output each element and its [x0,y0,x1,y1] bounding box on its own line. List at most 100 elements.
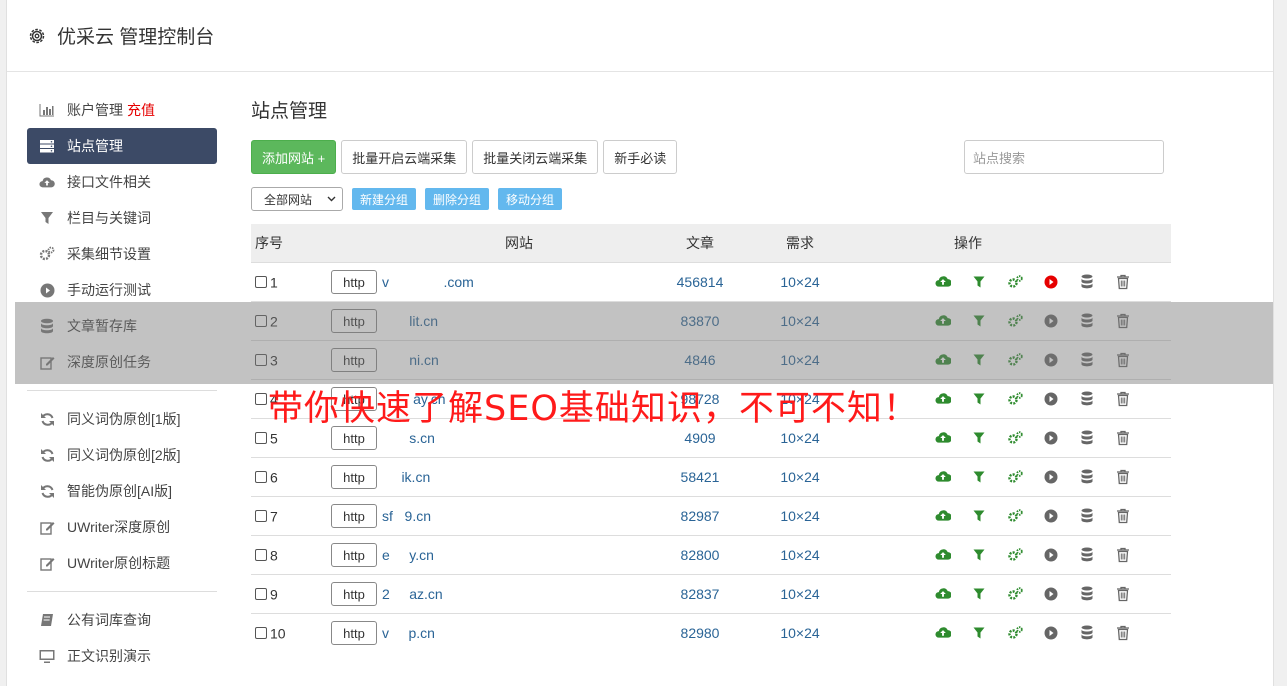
play-circle-icon[interactable] [1043,430,1059,446]
gears-icon[interactable] [1007,274,1023,290]
site-search-input[interactable]: 站点搜索 [964,140,1164,174]
move-group-button[interactable]: 移动分组 [498,188,563,210]
cloud-upload-icon[interactable] [935,547,951,563]
guide-button[interactable]: 新手必读 [603,140,678,174]
gears-icon[interactable] [1007,469,1023,485]
trash-icon[interactable] [1115,508,1131,524]
row-checkbox[interactable] [255,588,267,601]
sidebar-item-synonym-v1[interactable]: 同义词伪原创[1版] [27,401,217,437]
recharge-link[interactable]: 充值 [127,100,155,120]
demand-link[interactable]: 10×24 [745,534,855,574]
article-count-link[interactable]: 82980 [655,612,745,652]
article-count-link[interactable]: 58421 [655,456,745,496]
trash-icon[interactable] [1115,430,1131,446]
gears-icon[interactable] [1007,391,1023,407]
row-checkbox[interactable] [255,393,267,406]
gears-icon[interactable] [1007,586,1023,602]
sidebar-item-synonym-v2[interactable]: 同义词伪原创[2版] [27,437,217,473]
gears-icon[interactable] [1007,508,1023,524]
database-icon[interactable] [1079,469,1095,485]
filter-icon[interactable] [971,508,987,524]
trash-icon[interactable] [1115,469,1131,485]
article-count-link[interactable]: 82800 [655,534,745,574]
trash-icon[interactable] [1115,625,1131,641]
filter-icon[interactable] [971,430,987,446]
database-icon[interactable] [1079,391,1095,407]
play-circle-icon[interactable] [1043,469,1059,485]
trash-icon[interactable] [1115,586,1131,602]
demand-link[interactable]: 10×24 [745,495,855,535]
cloud-upload-icon[interactable] [935,430,951,446]
cloud-upload-icon[interactable] [935,586,951,602]
site-domain-link[interactable]: v p.cn [382,625,435,641]
sidebar-item-text-recognition[interactable]: 正文识别演示 [27,638,217,674]
filter-icon[interactable] [971,469,987,485]
new-group-button[interactable]: 新建分组 [352,188,417,210]
database-icon[interactable] [1079,430,1095,446]
cloud-upload-icon[interactable] [935,508,951,524]
trash-icon[interactable] [1115,274,1131,290]
filter-icon[interactable] [971,391,987,407]
filter-icon[interactable] [971,274,987,290]
protocol-button[interactable]: http [331,464,377,489]
cloud-upload-icon[interactable] [935,391,951,407]
sidebar-item-collect-settings[interactable]: 采集细节设置 [27,236,217,272]
row-checkbox[interactable] [255,549,267,562]
database-icon[interactable] [1079,508,1095,524]
protocol-button[interactable]: http [331,620,377,645]
group-select[interactable]: 全部网站 [251,187,343,211]
filter-icon[interactable] [971,586,987,602]
protocol-button[interactable]: http [331,503,377,528]
cloud-upload-icon[interactable] [935,274,951,290]
site-domain-link[interactable]: e y.cn [382,547,434,563]
article-count-link[interactable]: 82837 [655,573,745,613]
gears-icon[interactable] [1007,547,1023,563]
sidebar-item-sites[interactable]: 站点管理 [27,128,217,164]
protocol-button[interactable]: http [331,542,377,567]
database-icon[interactable] [1079,625,1095,641]
play-circle-icon[interactable] [1043,586,1059,602]
protocol-button[interactable]: http [331,269,377,294]
demand-link[interactable]: 10×24 [745,456,855,496]
sidebar-item-ai-rewrite[interactable]: 智能伪原创[AI版] [27,473,217,509]
gears-icon[interactable] [1007,625,1023,641]
play-circle-icon[interactable] [1043,274,1059,290]
sidebar-item-account[interactable]: 账户管理 充值 [27,92,217,128]
trash-icon[interactable] [1115,547,1131,563]
sidebar-item-keywords[interactable]: 栏目与关键词 [27,200,217,236]
article-count-link[interactable]: 82987 [655,495,745,535]
database-icon[interactable] [1079,547,1095,563]
sidebar-item-interface[interactable]: 接口文件相关 [27,164,217,200]
database-icon[interactable] [1079,586,1095,602]
demand-link[interactable]: 10×24 [745,612,855,652]
sidebar-item-uwriter-title[interactable]: UWriter原创标题 [27,545,217,581]
row-checkbox[interactable] [255,510,267,523]
database-icon[interactable] [1079,274,1095,290]
add-site-button[interactable]: 添加网站 + [251,140,337,174]
row-checkbox[interactable] [255,471,267,484]
protocol-button[interactable]: http [331,581,377,606]
trash-icon[interactable] [1115,391,1131,407]
filter-icon[interactable] [971,547,987,563]
row-checkbox[interactable] [255,432,267,445]
play-circle-icon[interactable] [1043,508,1059,524]
row-checkbox[interactable] [255,627,267,640]
article-count-link[interactable]: 456814 [655,261,745,301]
site-domain-link[interactable]: s.cn [382,430,435,446]
cloud-upload-icon[interactable] [935,469,951,485]
demand-link[interactable]: 10×24 [745,573,855,613]
cloud-upload-icon[interactable] [935,625,951,641]
batch-open-button[interactable]: 批量开启云端采集 [341,140,468,174]
filter-icon[interactable] [971,625,987,641]
batch-close-button[interactable]: 批量关闭云端采集 [472,140,599,174]
delete-group-button[interactable]: 删除分组 [425,188,490,210]
play-circle-icon[interactable] [1043,547,1059,563]
play-circle-icon[interactable] [1043,625,1059,641]
site-domain-link[interactable]: v .com [382,274,474,290]
demand-link[interactable]: 10×24 [745,261,855,301]
site-domain-link[interactable]: ik.cn [382,469,430,485]
site-domain-link[interactable]: 2 az.cn [382,586,443,602]
play-circle-icon[interactable] [1043,391,1059,407]
sidebar-item-uwriter-deep[interactable]: UWriter深度原创 [27,509,217,545]
site-domain-link[interactable]: sf 9.cn [382,508,431,524]
